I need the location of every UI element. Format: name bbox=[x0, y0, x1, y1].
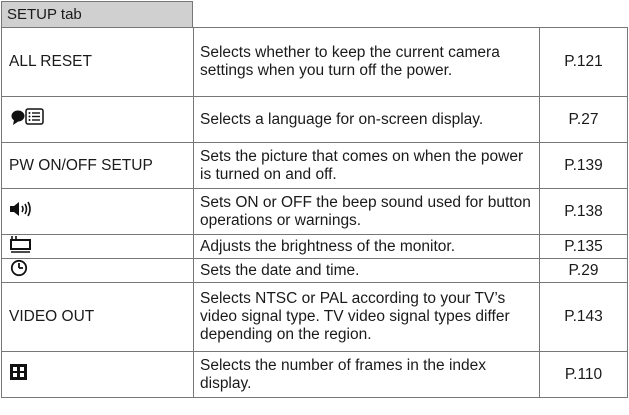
setting-name: PW ON/OFF SETUP bbox=[1, 142, 194, 189]
setup-settings-table: ALL RESET Selects whether to keep the cu… bbox=[1, 27, 628, 398]
beep-sound-icon bbox=[9, 200, 35, 223]
table-row: Adjusts the brightness of the monitor. P… bbox=[1, 234, 628, 259]
setting-description: Selects the number of frames in the inde… bbox=[193, 351, 540, 398]
table-row: Selects the number of frames in the inde… bbox=[1, 351, 628, 398]
table-row: VIDEO OUT Selects NTSC or PAL according … bbox=[1, 282, 628, 352]
setting-name-cell bbox=[1, 96, 194, 143]
setting-name-cell bbox=[1, 188, 194, 235]
setting-name-cell bbox=[1, 351, 194, 398]
monitor-brightness-icon bbox=[9, 235, 33, 258]
page-reference: P.143 bbox=[539, 282, 628, 352]
table-row: Selects a language for on-screen display… bbox=[1, 96, 628, 143]
table-row: PW ON/OFF SETUP Sets the picture that co… bbox=[1, 142, 628, 189]
index-frames-icon bbox=[9, 363, 29, 386]
setting-description: Sets ON or OFF the beep sound used for b… bbox=[193, 188, 540, 235]
page-reference: P.29 bbox=[539, 258, 628, 283]
table-row: Sets ON or OFF the beep sound used for b… bbox=[1, 188, 628, 235]
page-reference: P.110 bbox=[539, 351, 628, 398]
setting-description: Sets the date and time. bbox=[193, 258, 540, 283]
setting-name: VIDEO OUT bbox=[1, 282, 194, 352]
setting-description: Adjusts the brightness of the monitor. bbox=[193, 234, 540, 259]
page-reference: P.121 bbox=[539, 27, 628, 97]
table-row: Sets the date and time. P.29 bbox=[1, 258, 628, 283]
setting-description: Sets the picture that comes on when the … bbox=[193, 142, 540, 189]
table-row: ALL RESET Selects whether to keep the cu… bbox=[1, 27, 628, 97]
setting-name-cell bbox=[1, 258, 194, 283]
clock-icon bbox=[9, 259, 29, 282]
setup-tab-header: SETUP tab bbox=[1, 1, 193, 28]
page-reference: P.138 bbox=[539, 188, 628, 235]
setting-description: Selects whether to keep the current came… bbox=[193, 27, 540, 97]
setting-name: ALL RESET bbox=[1, 27, 194, 97]
setting-description: Selects a language for on-screen display… bbox=[193, 96, 540, 143]
page-reference: P.135 bbox=[539, 234, 628, 259]
page-reference: P.139 bbox=[539, 142, 628, 189]
setting-description: Selects NTSC or PAL according to your TV… bbox=[193, 282, 540, 352]
setting-name-cell bbox=[1, 234, 194, 259]
language-icon bbox=[9, 107, 47, 132]
page-reference: P.27 bbox=[539, 96, 628, 143]
